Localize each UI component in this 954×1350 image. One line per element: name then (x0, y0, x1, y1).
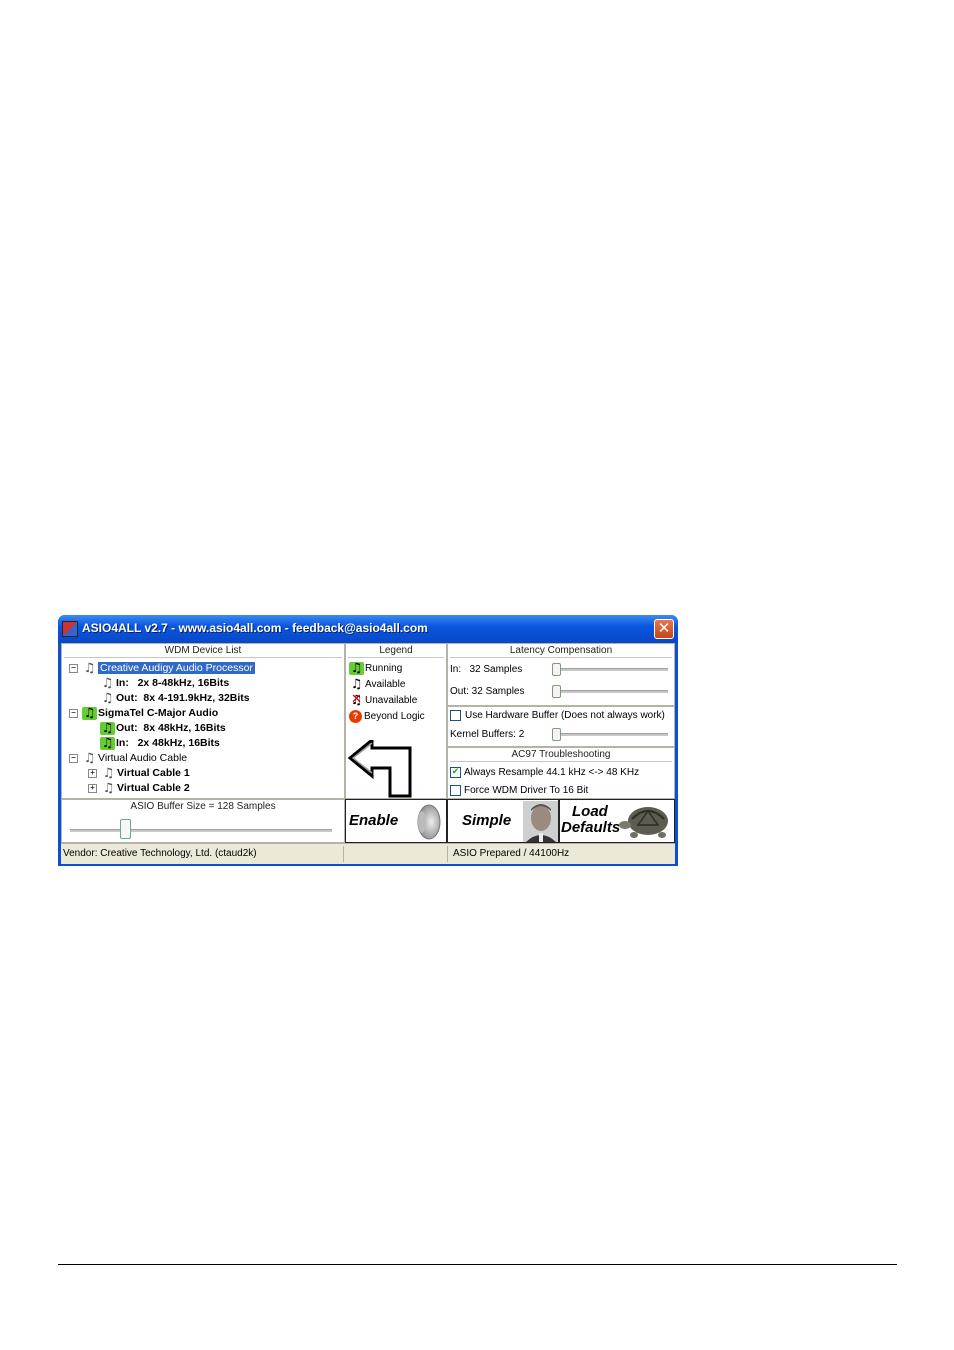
tree-item-label: Out: 8x 4-191.9kHz, 32Bits (116, 692, 250, 704)
legend-label: Running (365, 663, 403, 674)
tree-item-label: Virtual Cable 2 (117, 782, 190, 794)
legend-running: ♫ Running (349, 661, 402, 676)
legend-panel: Legend ♫ Running ♫ Available ♫ ✕ Unavaila… (345, 643, 447, 799)
tree-item-virtual-cable-1[interactable]: + ♫ Virtual Cable 1 (88, 766, 190, 780)
latency-out-slider[interactable] (552, 690, 668, 694)
use-hardware-buffer-label[interactable]: Use Hardware Buffer (Does not always wor… (465, 710, 665, 721)
client-area: WDM Device List − ♫ Creative Audigy Audi… (61, 643, 675, 864)
simple-button-label: Simple (462, 812, 512, 829)
status-middle (345, 846, 448, 862)
note-available-icon: ♫ (101, 690, 114, 706)
tree-item-virtual-cable-2[interactable]: + ♫ Virtual Cable 2 (88, 781, 190, 795)
tree-item-label: Virtual Audio Cable (98, 752, 188, 764)
status-asio: ASIO Prepared / 44100Hz (453, 848, 570, 859)
latency-in-slider[interactable] (552, 668, 668, 672)
buffer-size-slider-thumb[interactable] (120, 819, 131, 839)
note-available-icon: ♫ (83, 660, 96, 676)
load-button-label-line2: Defaults (561, 819, 621, 836)
legend-available: ♫ Available (349, 677, 406, 692)
buffer-size-label: ASIO Buffer Size = 128 Samples (130, 801, 276, 812)
load-button-label-line1: Load (572, 803, 608, 820)
tree-item-label: In: 2x 8-48kHz, 16Bits (116, 677, 230, 689)
window-title: ASIO4ALL v2.7 - www.asio4all.com - feedb… (82, 621, 428, 635)
status-vendor: Vendor: Creative Technology, Ltd. (ctaud… (63, 846, 344, 862)
tree-item-label: Virtual Cable 1 (117, 767, 190, 779)
latency-out-slider-thumb[interactable] (552, 685, 561, 698)
tree-item-sigmatel[interactable]: − ♫ SigmaTel C-Major Audio (69, 706, 218, 720)
always-resample-label[interactable]: Always Resample 44.1 kHz <-> 48 KHz (464, 767, 639, 778)
speaker-icon (417, 804, 441, 840)
hardware-buffer-panel: Use Hardware Buffer (Does not always wor… (447, 706, 675, 747)
legend-label: Unavailable (365, 695, 418, 706)
wdm-device-list: WDM Device List − ♫ Creative Audigy Audi… (61, 643, 345, 799)
tree-item-label: SigmaTel C-Major Audio (98, 707, 219, 719)
tree-item-audigy-out[interactable]: ♫ Out: 8x 4-191.9kHz, 32Bits (100, 691, 250, 705)
note-running-icon: ♫ (100, 735, 115, 751)
load-defaults-button[interactable]: Load Defaults (559, 799, 675, 843)
legend-label: Beyond Logic (364, 711, 425, 722)
legend-label: Available (365, 679, 406, 690)
question-icon: ? (349, 710, 362, 723)
expand-icon[interactable]: + (88, 783, 97, 793)
note-available-icon: ♫ (102, 780, 115, 796)
note-running-icon: ♫ (100, 720, 115, 736)
enable-button-label: Enable (349, 812, 399, 829)
kernel-buffers-slider-thumb[interactable] (552, 728, 561, 741)
tree-item-label: In: 2x 48kHz, 16Bits (116, 737, 220, 749)
tree-item-sigmatel-out[interactable]: ♫ Out: 8x 48kHz, 16Bits (100, 721, 226, 735)
latency-in-label: In: 32 Samples (450, 664, 523, 675)
tree-item-label: Creative Audigy Audio Processor (98, 662, 255, 674)
simple-button[interactable]: Simple (447, 799, 559, 843)
ac97-troubleshooting: AC97 Troubleshooting ✔ Always Resample 4… (447, 747, 675, 799)
device-list-title: WDM Device List (164, 645, 242, 656)
latency-in-slider-thumb[interactable] (552, 663, 561, 676)
asio4all-window: ASIO4ALL v2.7 - www.asio4all.com - feedb… (58, 615, 678, 866)
note-running-icon: ♫ (349, 661, 364, 676)
asio-buffer-panel: ASIO Buffer Size = 128 Samples (61, 799, 345, 843)
tree-item-audigy-in[interactable]: ♫ In: 2x 8-48kHz, 16Bits (100, 675, 230, 691)
legend-beyond-logic: ? Beyond Logic (349, 709, 425, 724)
note-available-icon: ♫ (350, 677, 363, 692)
back-arrow-icon (348, 740, 412, 798)
portrait-icon (523, 801, 558, 842)
collapse-icon[interactable]: − (69, 663, 78, 673)
use-hardware-buffer-checkbox[interactable] (450, 710, 461, 721)
note-available-icon: ♫ (83, 750, 96, 766)
title-bar[interactable]: ASIO4ALL v2.7 - www.asio4all.com - feedb… (58, 615, 678, 643)
note-available-icon: ♫ (102, 765, 115, 781)
note-running-icon: ♫ (82, 705, 97, 721)
enable-button[interactable]: Enable (345, 799, 447, 843)
status-bar: Vendor: Creative Technology, Ltd. (ctaud… (61, 843, 675, 864)
page-footer-rule (58, 1264, 897, 1265)
ac97-title: AC97 Troubleshooting (511, 749, 611, 760)
cross-icon: ✕ (351, 692, 362, 707)
latency-compensation: Latency Compensation In: 32 Samples Out:… (447, 643, 675, 706)
tree-item-virtual-audio-cable[interactable]: − ♫ Virtual Audio Cable (69, 751, 187, 765)
legend-title: Legend (379, 645, 413, 656)
latency-out-label: Out: 32 Samples (450, 686, 525, 697)
always-resample-checkbox[interactable]: ✔ (450, 767, 461, 778)
buffer-size-slider[interactable] (70, 829, 332, 833)
force-16bit-checkbox[interactable] (450, 785, 461, 796)
app-icon (62, 621, 78, 637)
kernel-buffers-label: Kernel Buffers: 2 (450, 729, 525, 740)
kernel-buffers-slider[interactable] (552, 733, 668, 737)
tree-item-creative-audigy[interactable]: − ♫ Creative Audigy Audio Processor (69, 661, 255, 675)
collapse-icon[interactable]: − (69, 708, 78, 718)
close-button[interactable]: ✕ (654, 619, 674, 639)
tree-item-sigmatel-in[interactable]: ♫ In: 2x 48kHz, 16Bits (100, 736, 220, 750)
tree-item-label: Out: 8x 48kHz, 16Bits (116, 722, 226, 734)
turtle-icon (619, 807, 668, 838)
force-16bit-label[interactable]: Force WDM Driver To 16 Bit (464, 785, 588, 796)
expand-icon[interactable]: + (88, 768, 97, 778)
note-unavailable-icon: ♫ ✕ (350, 692, 363, 708)
legend-unavailable: ♫ ✕ Unavailable (349, 692, 418, 708)
collapse-icon[interactable]: − (69, 753, 78, 763)
latency-title: Latency Compensation (509, 645, 613, 656)
note-available-icon: ♫ (101, 675, 114, 691)
